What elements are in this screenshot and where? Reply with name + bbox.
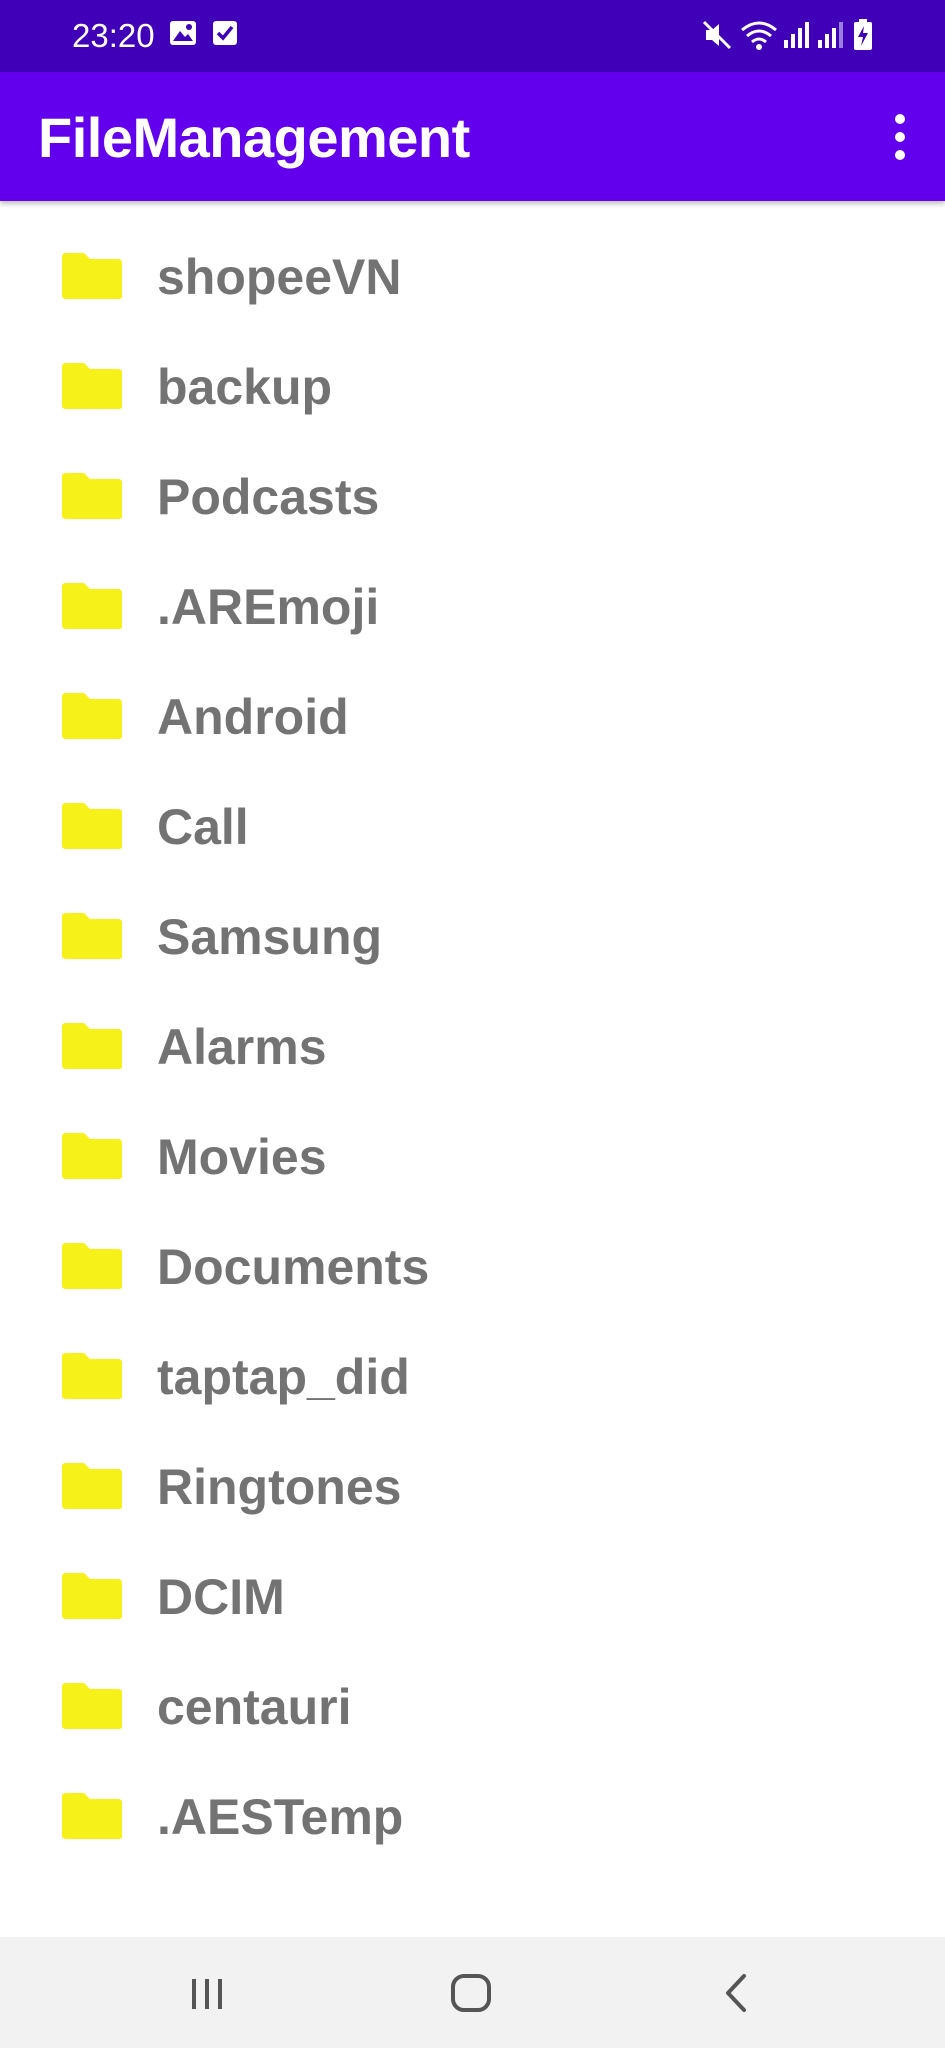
folder-item[interactable]: DCIM — [0, 1541, 945, 1651]
app-title: FileManagement — [38, 106, 470, 169]
signal-icon — [784, 22, 809, 48]
folder-item[interactable]: Call — [0, 771, 945, 881]
folder-item[interactable]: Podcasts — [0, 441, 945, 551]
folder-icon — [62, 1573, 122, 1619]
status-bar: 23:20 — [0, 0, 945, 72]
folder-item[interactable]: Alarms — [0, 991, 945, 1101]
folder-icon — [62, 1023, 122, 1069]
folder-icon — [62, 1463, 122, 1509]
folder-item[interactable]: Android — [0, 661, 945, 771]
folder-icon — [62, 1793, 122, 1839]
recents-icon[interactable] — [167, 1957, 247, 2029]
status-time: 23:20 — [72, 17, 155, 54]
folder-name: centauri — [157, 1679, 352, 1735]
folder-item[interactable]: centauri — [0, 1651, 945, 1761]
folder-name: Podcasts — [157, 469, 380, 525]
folder-item[interactable]: Samsung — [0, 881, 945, 991]
mute-icon — [702, 20, 732, 50]
home-icon[interactable] — [431, 1957, 511, 2029]
more-vert-icon[interactable] — [875, 106, 925, 170]
folder-name: Alarms — [157, 1019, 327, 1075]
folder-icon — [62, 913, 122, 959]
checkbox-icon — [213, 21, 237, 45]
folder-item[interactable]: shopeeVN — [0, 221, 945, 331]
folder-icon — [62, 1683, 122, 1729]
back-icon[interactable] — [696, 1957, 776, 2029]
folder-item[interactable]: backup — [0, 331, 945, 441]
folder-name: .AREmoji — [157, 579, 380, 635]
folder-name: shopeeVN — [157, 249, 402, 305]
folder-name: DCIM — [157, 1569, 285, 1625]
battery-charging-icon — [854, 19, 872, 50]
folder-name: .AESTemp — [157, 1789, 404, 1845]
folder-icon — [62, 1133, 122, 1179]
folder-item[interactable]: .AESTemp — [0, 1761, 945, 1871]
folder-list: shopeeVN backup Podcasts .AREmoji Android Cal… — [0, 221, 945, 1871]
folder-name: backup — [157, 359, 333, 415]
folder-name: Call — [157, 799, 249, 855]
folder-icon — [62, 693, 122, 739]
wifi-icon — [741, 21, 777, 50]
signal-icon — [818, 22, 843, 48]
folder-icon — [62, 583, 122, 629]
folder-item[interactable]: taptap_did — [0, 1321, 945, 1431]
folder-name: Samsung — [157, 909, 383, 965]
folder-icon — [62, 363, 122, 409]
image-icon — [170, 21, 196, 45]
folder-icon — [62, 1243, 122, 1289]
folder-name: Documents — [157, 1239, 430, 1295]
folder-item[interactable]: .AREmoji — [0, 551, 945, 661]
folder-icon — [62, 803, 122, 849]
folder-icon — [62, 1353, 122, 1399]
navigation-bar — [0, 1937, 945, 2048]
folder-name: Movies — [157, 1129, 327, 1185]
folder-name: Ringtones — [157, 1459, 402, 1515]
folder-name: taptap_did — [157, 1349, 410, 1405]
folder-name: Android — [157, 689, 349, 745]
folder-icon — [62, 253, 122, 299]
folder-item[interactable]: Movies — [0, 1101, 945, 1211]
folder-item[interactable]: Ringtones — [0, 1431, 945, 1541]
folder-icon — [62, 473, 122, 519]
folder-item[interactable]: Documents — [0, 1211, 945, 1321]
app-bar: FileManagement — [0, 72, 945, 201]
